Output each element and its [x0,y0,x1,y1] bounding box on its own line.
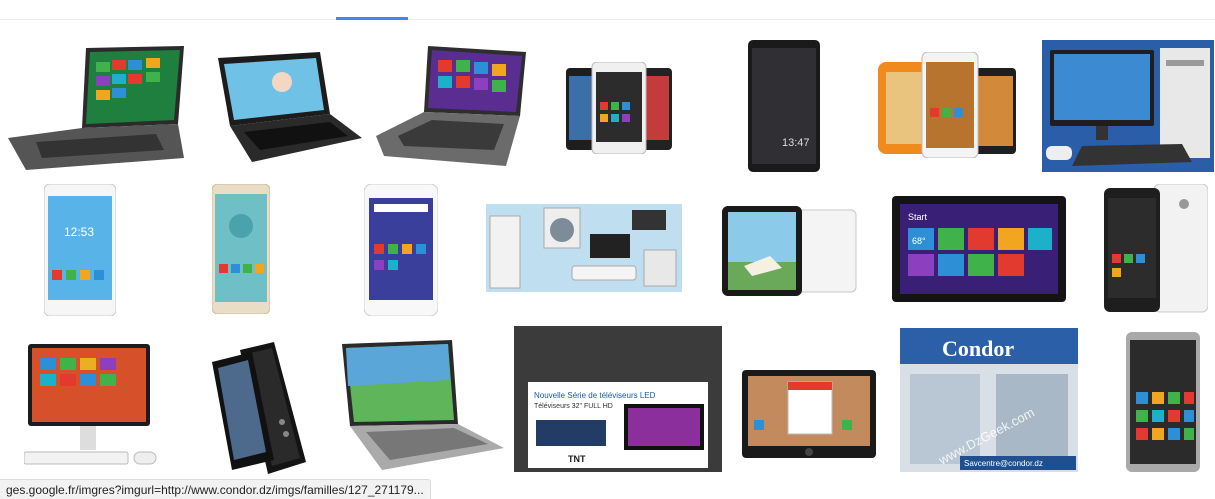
phone-clock-text: 12:53 [64,225,94,239]
result-image-desktop-computer-tower[interactable] [1042,40,1214,172]
tablet-icon [722,206,857,296]
result-image-condor-storefront[interactable]: Condor www.DzGeek.com Savcentre@condor.d… [900,328,1078,472]
top-toolbar [0,0,1215,20]
result-image-kids-tablet-orange-and-phones[interactable] [878,52,1020,158]
smartphone-icon [566,62,672,154]
desktop-computer-icon [1042,40,1214,172]
storefront-email: Savcentre@condor.dz [964,459,1043,468]
smartphone-icon [1126,332,1200,472]
result-image-windows-tablet-black[interactable]: Start 68° [892,196,1066,302]
smartphone-icon: 12:53 [44,184,116,316]
result-image-smartphone-white-with-case[interactable] [1104,184,1208,314]
result-image-smartphones-group[interactable] [566,62,674,154]
result-image-laptop-windows8-gray[interactable] [376,46,526,166]
tv-ad-icon: Nouvelle Série de téléviseurs LED Télévi… [514,326,722,472]
result-image-tablet-calendar-app[interactable] [742,370,876,462]
result-image-all-in-one-pc-windows8[interactable] [24,344,160,472]
storefront-icon: Condor www.DzGeek.com Savcentre@condor.d… [900,328,1078,472]
tablet-icon [742,370,876,458]
laptop-icon [218,52,362,162]
result-image-laptop-green-wallpaper[interactable] [342,340,504,470]
result-image-netbook-black[interactable] [212,52,362,162]
tablet-icon: 13:47 [748,40,820,172]
tablet-icon: Start 68° [892,196,1066,302]
result-image-laptop-windows8-silver[interactable] [6,42,188,170]
tablet-clock-text: 13:47 [782,137,810,149]
smartphone-icon [212,184,270,314]
tablet-icon [878,52,1016,158]
desktop-computer-icon [24,344,157,465]
result-image-smartphone-dark-tiles[interactable] [1126,332,1200,472]
tnt-logo-text: TNT [568,454,586,464]
result-image-flip-phone-black[interactable] [212,342,306,474]
laptop-icon [8,46,184,170]
appliances-icon [486,204,682,292]
condor-sign: Condor [942,336,1014,361]
weather-temp: 68° [912,236,926,246]
smartphone-icon [364,184,438,316]
result-image-smartphone-gold[interactable] [212,184,270,314]
laptop-icon [342,340,504,470]
result-image-tablet-dark-clock[interactable]: 13:47 [748,40,820,172]
result-image-home-appliances-set[interactable] [486,204,682,292]
ad-headline: Nouvelle Série de téléviseurs LED [534,391,656,400]
start-label: Start [908,212,928,222]
ad-subline: Téléviseurs 32" FULL HD [534,403,613,410]
result-image-smartphone-white[interactable]: 12:53 [44,184,116,316]
link-status-bar: ges.google.fr/imgres?imgurl=http://www.c… [0,479,431,499]
image-results-grid: 13:47 12:53 Start 68° Nouvelle Série de … [0,32,1215,482]
flip-phone-icon [212,342,306,474]
result-image-smartphone-white-android[interactable] [364,184,438,316]
laptop-icon [376,46,526,166]
result-image-led-tv-advertisement[interactable]: Nouvelle Série de téléviseurs LED Télévi… [514,326,722,472]
smartphone-icon [1104,184,1208,313]
result-image-tablet-black-and-white[interactable] [722,206,858,296]
active-tab-indicator [336,17,408,20]
